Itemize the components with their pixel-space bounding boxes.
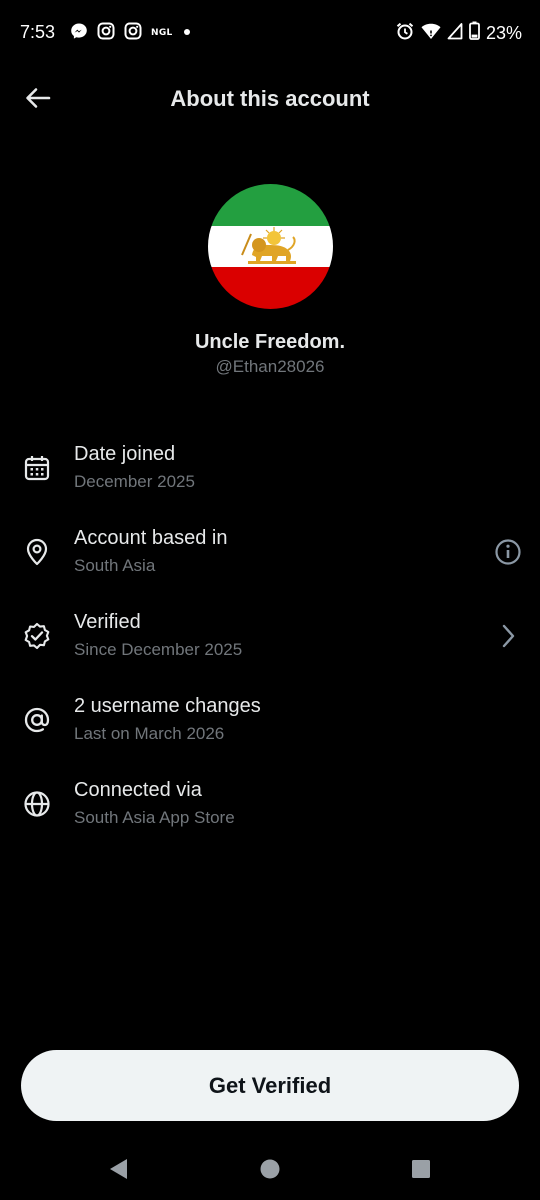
location-pin-icon (22, 537, 52, 567)
at-sign-icon (22, 705, 52, 735)
date-joined-value: December 2025 (74, 472, 195, 491)
home-circle-icon[interactable] (257, 1156, 283, 1182)
system-status-icons: 23% (395, 21, 522, 46)
account-based-in-value: South Asia (74, 556, 156, 575)
date-joined-title: Date joined (74, 443, 176, 465)
username-changes-value: Last on March 2026 (74, 724, 225, 743)
username-changes-title: 2 username changes (74, 695, 261, 717)
info-icon[interactable] (492, 536, 524, 568)
instagram-icon (124, 22, 142, 45)
username-changes-row: 2 username changes Last on March 2026 (0, 676, 540, 760)
battery-percent: 23% (485, 22, 522, 43)
cellular-icon (447, 22, 463, 45)
account-info-list: Date joined December 2025 Account based … (0, 424, 540, 844)
connected-via-value: South Asia App Store (74, 808, 235, 827)
instagram-icon (97, 22, 115, 45)
calendar-icon (22, 453, 52, 483)
connected-via-title: Connected via (74, 779, 202, 801)
date-joined-row: Date joined December 2025 (0, 424, 540, 508)
lion-and-sun-flag-image (208, 184, 333, 309)
dot-icon (182, 24, 192, 42)
account-based-in-title: Account based in (74, 527, 228, 549)
battery-icon (469, 21, 480, 45)
avatar[interactable] (208, 184, 333, 309)
header: About this account (0, 72, 540, 128)
system-navigation-bar (0, 1138, 540, 1200)
messenger-icon (70, 22, 88, 45)
display-name: Uncle Freedom. (194, 331, 346, 353)
chevron-right-icon[interactable] (492, 620, 524, 652)
connected-via-row: Connected via South Asia App Store (0, 760, 540, 844)
account-based-in-row: Account based in South Asia (0, 508, 540, 592)
username-handle: @Ethan28026 (215, 357, 325, 376)
verified-badge-icon (22, 621, 52, 651)
get-verified-button[interactable]: Get Verified (21, 1050, 519, 1121)
verified-title: Verified (74, 611, 141, 633)
globe-icon (22, 789, 52, 819)
status-time: 7:53 (20, 22, 56, 42)
alarm-icon (395, 21, 415, 46)
verified-value: Since December 2025 (74, 640, 243, 659)
notification-icons: NGL (70, 22, 192, 44)
back-triangle-icon[interactable] (105, 1156, 131, 1182)
wifi-icon (421, 22, 441, 45)
ngl-icon: NGL (151, 28, 173, 38)
status-bar: 7:53 NGL 23% (0, 0, 540, 64)
verified-row[interactable]: Verified Since December 2025 (0, 592, 540, 676)
page-title: About this account (170, 86, 370, 111)
recents-square-icon[interactable] (408, 1156, 434, 1182)
